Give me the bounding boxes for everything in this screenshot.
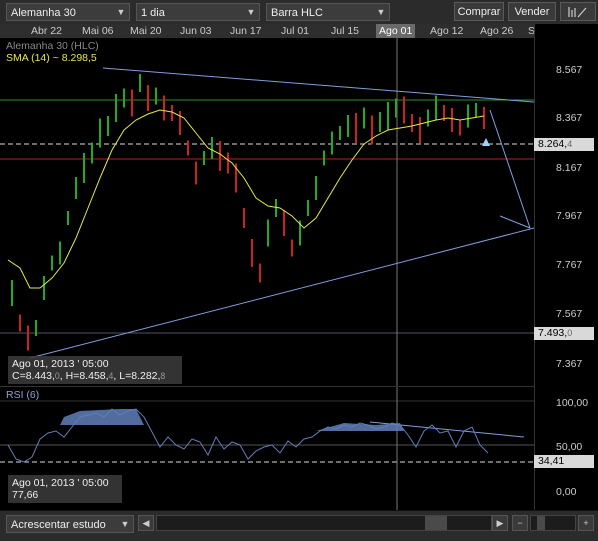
rsi-value-tag: 34,41 bbox=[534, 455, 594, 468]
chart-type-select-value: Barra HLC bbox=[271, 7, 323, 19]
chart-type-select[interactable]: Barra HLC ▼ bbox=[266, 3, 390, 21]
rsi-value: 77,66 bbox=[12, 489, 39, 501]
sell-button[interactable]: Vender bbox=[508, 2, 556, 21]
rsi-overbought-fill bbox=[60, 409, 404, 431]
interval-select-value: 1 dia bbox=[141, 7, 165, 19]
rsi-pane[interactable]: RSI (6) Ago 01, 2013 ' 05:00 77,66 bbox=[0, 386, 534, 511]
price-tick: 7.967 bbox=[556, 210, 583, 222]
high-value: , H=8.458, bbox=[59, 370, 109, 382]
rsi-date: Ago 01, 2013 ' 05:00 bbox=[12, 477, 109, 489]
low-value-sub: 8 bbox=[160, 371, 166, 381]
add-study-label: Acrescentar estudo bbox=[11, 519, 106, 531]
chevron-down-icon: ▼ bbox=[376, 7, 386, 17]
zoom-slider-thumb[interactable] bbox=[537, 516, 545, 530]
price-tick: 8.567 bbox=[556, 64, 583, 76]
price-tick: 8.167 bbox=[556, 162, 583, 174]
date-tick-highlighted: Ago 01 bbox=[376, 24, 416, 38]
rsi-tick: 50,00 bbox=[556, 441, 583, 453]
current-price-value: 8.264, bbox=[538, 138, 568, 150]
zoom-in-button[interactable]: + bbox=[578, 515, 594, 531]
low-price-value: 7.493, bbox=[538, 327, 568, 339]
current-price-tag: 8.264,4 bbox=[534, 138, 594, 151]
low-value: , L=8.282, bbox=[113, 370, 161, 382]
date-axis: Abr 22 Mai 06 Mai 20 Jun 03 Jun 17 Jul 0… bbox=[0, 24, 535, 38]
cursor-ohlc: C=8.443,0, H=8.458,4, L=8.282,8 bbox=[12, 370, 178, 382]
low-price-sub: 0 bbox=[567, 328, 573, 338]
scroll-right-button[interactable]: ▶ bbox=[492, 515, 508, 531]
interval-select[interactable]: 1 dia ▼ bbox=[136, 3, 260, 21]
current-price-sub: 4 bbox=[567, 139, 573, 149]
bottom-bar: Acrescentar estudo ▼ ◀ ▶ − + bbox=[0, 510, 598, 541]
scrollbar-thumb[interactable] bbox=[425, 516, 447, 530]
rsi-tick: 0,00 bbox=[556, 486, 577, 498]
date-tick: Ago 12 bbox=[430, 25, 464, 37]
price-tick: 7.367 bbox=[556, 358, 583, 370]
toolbar: Alemanha 30 ▼ 1 dia ▼ Barra HLC ▼ Compra… bbox=[0, 0, 598, 25]
low-price-tag: 7.493,0 bbox=[534, 327, 594, 340]
date-tick: Jun 03 bbox=[180, 25, 212, 37]
cursor-date: Ago 01, 2013 ' 05:00 bbox=[12, 358, 109, 370]
chart-settings-icon bbox=[568, 7, 587, 18]
chart-settings-button[interactable] bbox=[560, 2, 596, 21]
chevron-down-icon: ▼ bbox=[246, 7, 256, 17]
cursor-info-box: Ago 01, 2013 ' 05:00 C=8.443,0, H=8.458,… bbox=[8, 356, 182, 384]
scroll-left-button[interactable]: ◀ bbox=[138, 515, 154, 531]
price-chart-canvas bbox=[0, 38, 535, 386]
sma-legend: SMA (14) ~ 8.298,5 bbox=[6, 52, 97, 64]
date-tick: Ago 26 bbox=[480, 25, 514, 37]
zoom-slider[interactable] bbox=[530, 515, 576, 531]
rsi-tick: 100,00 bbox=[556, 397, 589, 409]
chevron-down-icon: ▼ bbox=[116, 7, 126, 17]
date-tick: Mai 06 bbox=[82, 25, 114, 37]
add-study-select[interactable]: Acrescentar estudo ▼ bbox=[6, 515, 134, 533]
instrument-select-value: Alemanha 30 bbox=[11, 7, 76, 19]
price-tick: 7.767 bbox=[556, 259, 583, 271]
price-tick: 7.567 bbox=[556, 308, 583, 320]
date-tick: Jul 01 bbox=[281, 25, 310, 37]
instrument-select[interactable]: Alemanha 30 ▼ bbox=[6, 3, 130, 21]
buy-button[interactable]: Comprar bbox=[454, 2, 504, 21]
rsi-legend: RSI (6) bbox=[6, 389, 40, 401]
date-tick: Mai 20 bbox=[130, 25, 162, 37]
zoom-out-button[interactable]: − bbox=[512, 515, 528, 531]
price-tick: 8.367 bbox=[556, 112, 583, 124]
price-chart[interactable]: Alemanha 30 (HLC) SMA (14) ~ 8.298,5 Ago… bbox=[0, 38, 535, 386]
instrument-legend: Alemanha 30 (HLC) bbox=[6, 40, 99, 52]
chevron-down-icon: ▼ bbox=[120, 519, 130, 529]
rsi-info-box: Ago 01, 2013 ' 05:00 77,66 bbox=[8, 475, 122, 503]
date-tick: Jun 17 bbox=[230, 25, 262, 37]
date-tick: Abr 22 bbox=[31, 25, 62, 37]
close-value: C=8.443, bbox=[12, 370, 55, 382]
date-tick: Jul 15 bbox=[331, 25, 360, 37]
horizontal-scrollbar[interactable] bbox=[156, 515, 492, 531]
